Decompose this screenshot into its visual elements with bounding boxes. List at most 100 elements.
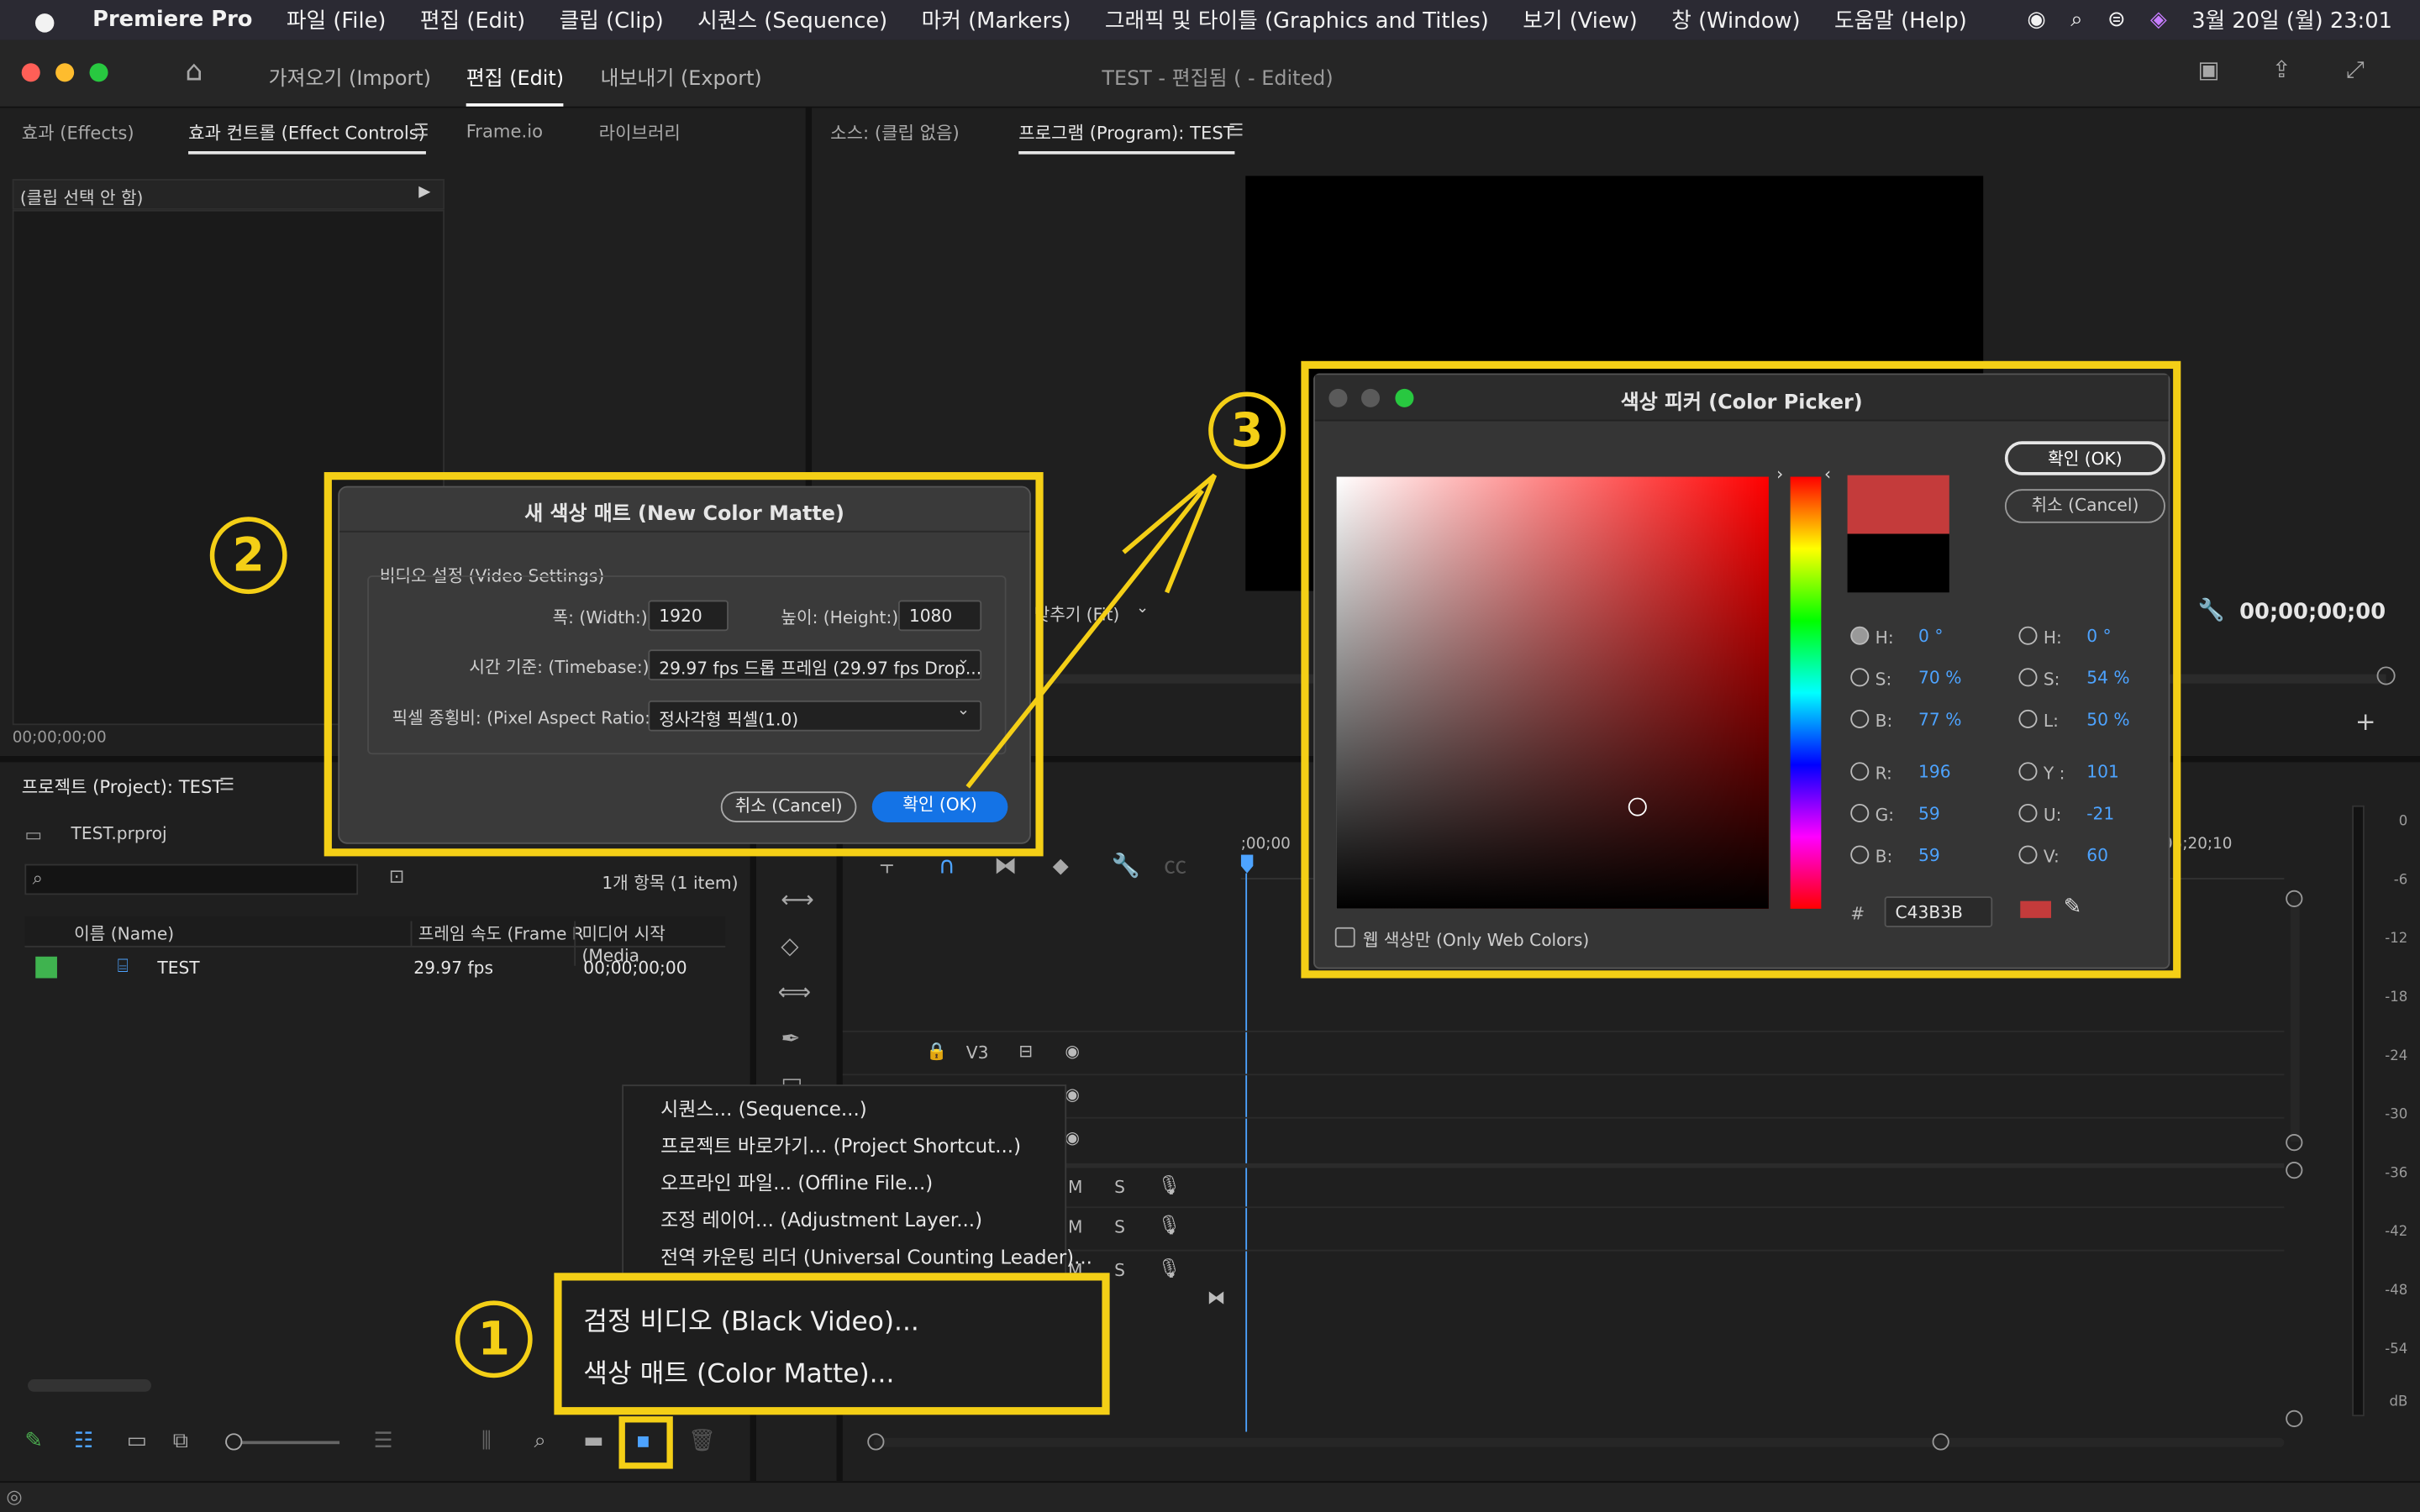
hue-arrow-left-icon[interactable]: ›	[1776, 465, 1783, 485]
menu-markers[interactable]: 마커 (Markers)	[922, 5, 1071, 36]
zoom-slider-handle[interactable]	[225, 1433, 243, 1451]
pencil-icon[interactable]: ✎	[24, 1429, 43, 1453]
saturation-brightness-field[interactable]	[1336, 476, 1769, 909]
expand-arrow-icon[interactable]: ▶	[418, 184, 430, 201]
minimize-window-button[interactable]	[55, 63, 75, 82]
radio-yuv-v[interactable]	[2018, 845, 2038, 864]
tab-source[interactable]: 소스: (클립 없음)	[830, 120, 960, 144]
microphone-icon[interactable]: 🎙	[1158, 1215, 1181, 1236]
tab-effect-controls[interactable]: 효과 컨트롤 (Effect Controls)	[188, 120, 426, 155]
tab-edit[interactable]: 편집 (Edit)	[466, 61, 565, 107]
hsl-s-value[interactable]: 54 %	[2086, 668, 2129, 688]
panel-menu-icon[interactable]: ☰	[219, 774, 234, 795]
new-bin-icon[interactable]: ▬	[583, 1429, 603, 1453]
quick-export-icon[interactable]: ▣	[2198, 58, 2220, 82]
ripple-edit-icon[interactable]: ⟷	[781, 888, 814, 912]
wrench-icon[interactable]: 🔧	[1111, 854, 1139, 879]
mute-button[interactable]: M	[1068, 1217, 1082, 1237]
ok-button[interactable]: 확인 (OK)	[871, 791, 1008, 822]
horizontal-scrollbar[interactable]	[28, 1379, 152, 1392]
icon-view-icon[interactable]: ▭	[127, 1429, 147, 1453]
menu-sequence[interactable]: 시퀀스 (Sequence)	[697, 5, 887, 36]
master-track-icon[interactable]: ⧓	[1207, 1287, 1225, 1309]
eye-icon[interactable]: ◉	[1065, 1042, 1080, 1062]
menu-item-offline-file[interactable]: 오프라인 파일... (Offline File...)	[660, 1167, 933, 1196]
menu-view[interactable]: 보기 (View)	[1523, 5, 1638, 36]
eye-icon[interactable]: ◉	[1065, 1128, 1080, 1148]
hex-input[interactable]: C43B3B	[1884, 896, 1993, 927]
radio-hsl-hue[interactable]	[2018, 626, 2038, 645]
captions-icon[interactable]: ㏄	[1164, 854, 1187, 879]
automate-icon[interactable]: ⫼	[481, 1429, 492, 1453]
search-icon[interactable]: ⌕	[2070, 8, 2082, 32]
apple-icon[interactable]: ●	[34, 5, 55, 34]
scroll-handle[interactable]	[2286, 1134, 2303, 1152]
timeline-vscroll-top[interactable]	[2290, 895, 2300, 1142]
yuv-y-value[interactable]: 101	[2086, 762, 2119, 782]
sort-icon[interactable]: ☰	[373, 1429, 392, 1453]
hscroll-handle-left[interactable]	[867, 1433, 885, 1451]
column-name[interactable]: 이름 (Name)	[74, 921, 174, 946]
panel-menu-icon[interactable]: ☰	[413, 120, 429, 140]
zoom-slider[interactable]	[225, 1441, 340, 1445]
eyedropper-icon[interactable]: ✎	[2064, 895, 2082, 919]
yuv-u-value[interactable]: -21	[2086, 804, 2114, 824]
menu-help[interactable]: 도움말 (Help)	[1834, 5, 1967, 36]
find-icon[interactable]: ⌕	[534, 1429, 546, 1453]
menu-item-project-shortcut[interactable]: 프로젝트 바로가기... (Project Shortcut...)	[660, 1129, 1021, 1158]
menu-edit[interactable]: 편집 (Edit)	[420, 5, 525, 36]
freeform-view-icon[interactable]: ⧉	[173, 1429, 188, 1453]
scrubber-end-handle[interactable]	[2376, 666, 2396, 685]
wrench-icon[interactable]: 🔧	[2198, 599, 2225, 623]
list-view-icon[interactable]: ☷	[74, 1429, 93, 1453]
radio-green[interactable]	[1850, 803, 1870, 822]
tab-program[interactable]: 프로그램 (Program): TEST	[1018, 120, 1234, 155]
hsb-b-value[interactable]: 77 %	[1918, 710, 1961, 730]
menu-clip[interactable]: 클립 (Clip)	[560, 5, 664, 36]
tab-effects[interactable]: 효과 (Effects)	[22, 120, 134, 144]
add-button-icon[interactable]: +	[2355, 706, 2376, 736]
original-color-swatch[interactable]	[1847, 533, 1949, 593]
scroll-handle[interactable]	[2286, 1410, 2303, 1427]
fullscreen-icon[interactable]: ⤢	[2346, 58, 2365, 82]
hscroll-handle-right[interactable]	[1932, 1433, 1949, 1451]
scroll-handle[interactable]	[2286, 890, 2303, 908]
hue-slider[interactable]	[1790, 476, 1822, 909]
pixel-aspect-select[interactable]: 정사각형 픽셀(1.0)	[648, 700, 982, 732]
close-window-button[interactable]	[21, 63, 40, 82]
color-selector-handle[interactable]	[1628, 797, 1647, 816]
yuv-v-value[interactable]: 60	[2086, 846, 2108, 866]
width-field[interactable]: 1920	[648, 600, 729, 632]
column-frame-rate[interactable]: 프레임 속도 (Frame R	[410, 921, 584, 946]
menu-item-black-video[interactable]: 검정 비디오 (Black Video)...	[583, 1299, 919, 1338]
radio-saturation[interactable]	[1850, 668, 1870, 687]
creative-cloud-icon[interactable]: ◎	[6, 1486, 22, 1508]
app-name[interactable]: Premiere Pro	[92, 8, 252, 32]
control-center-icon[interactable]: ⊜	[2107, 8, 2126, 32]
zoom-window-button[interactable]	[89, 63, 108, 82]
eye-icon[interactable]: ◉	[1065, 1084, 1080, 1105]
table-row[interactable]: ⌸ TEST 29.97 fps 00;00;00;00	[24, 950, 725, 984]
scroll-handle[interactable]	[2286, 1162, 2303, 1179]
hsl-h-value[interactable]: 0 °	[2086, 627, 2111, 647]
radio-brightness[interactable]	[1850, 709, 1870, 728]
radio-yuv-y[interactable]	[2018, 762, 2038, 781]
sync-lock-icon[interactable]: ⊟	[1018, 1042, 1033, 1062]
siri-icon[interactable]: ◈	[2150, 8, 2167, 32]
tab-import[interactable]: 가져오기 (Import)	[269, 61, 431, 92]
pen-icon[interactable]: ✒	[781, 1026, 800, 1051]
project-title[interactable]: 프로젝트 (Project): TEST	[22, 774, 224, 799]
tab-frameio[interactable]: Frame.io	[466, 120, 543, 142]
hsl-l-value[interactable]: 50 %	[2086, 710, 2129, 730]
menu-item-color-matte[interactable]: 색상 매트 (Color Matte)...	[583, 1352, 894, 1390]
hsb-h-value[interactable]: 0 °	[1918, 627, 1943, 647]
razor-icon[interactable]: ◇	[781, 934, 798, 958]
lock-icon[interactable]: 🔒	[926, 1042, 947, 1062]
share-icon[interactable]: ⇪	[2272, 58, 2291, 82]
mute-button[interactable]: M	[1068, 1177, 1082, 1197]
clock[interactable]: 3월 20일 (월) 23:01	[2191, 5, 2392, 36]
rgb-b-value[interactable]: 59	[1918, 846, 1940, 866]
snap-magnet-icon[interactable]: ∩	[939, 854, 955, 879]
menu-item-adjustment-layer[interactable]: 조정 레이어... (Adjustment Layer...)	[660, 1204, 982, 1233]
hsb-s-value[interactable]: 70 %	[1918, 668, 1961, 688]
